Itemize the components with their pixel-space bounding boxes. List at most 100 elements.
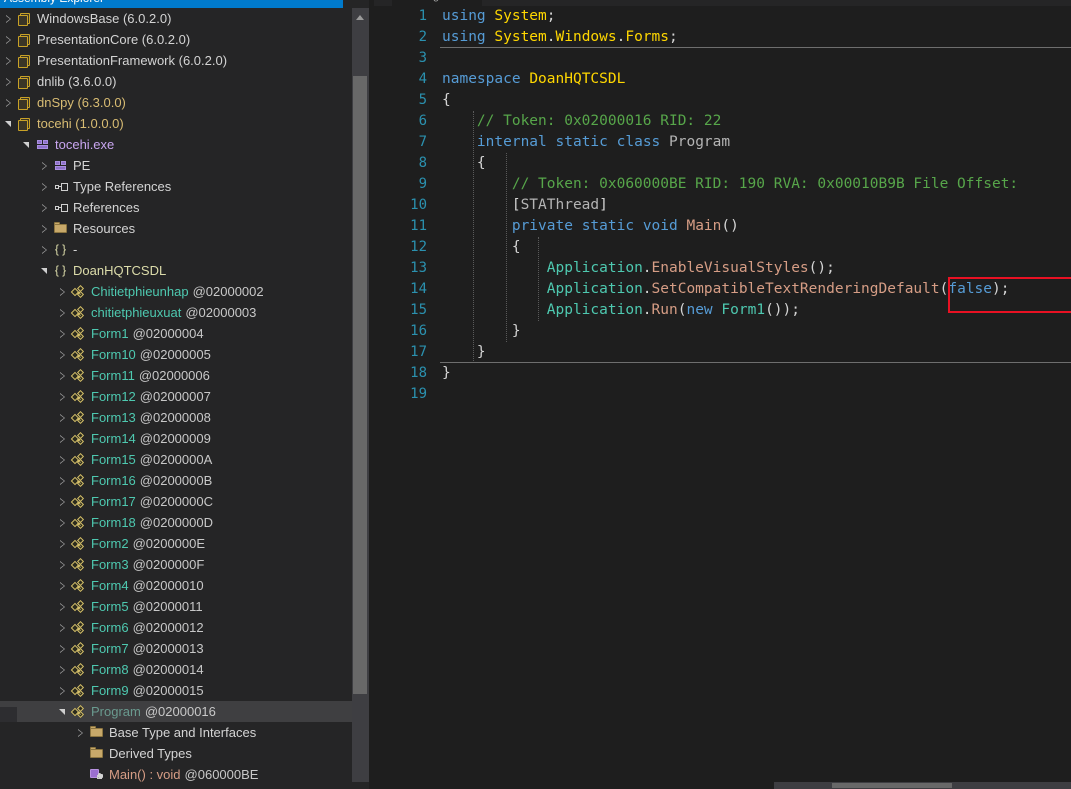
tree-item-references[interactable]: References xyxy=(0,197,352,218)
expander-expanded-icon[interactable] xyxy=(22,134,34,155)
tree-item-form10[interactable]: Form10 @02000005 xyxy=(0,344,352,365)
code-line[interactable]: 8 { xyxy=(374,153,1071,174)
tree-item-windowsbase-6-0-2-0[interactable]: WindowsBase (6.0.2.0) xyxy=(0,8,352,29)
tree-item-chitietphieuxuat[interactable]: chitietphieuxuat @02000003 xyxy=(0,302,352,323)
tree-item-derived-types[interactable]: Derived Types xyxy=(0,743,352,764)
expander-collapsed-icon[interactable] xyxy=(58,575,70,596)
scrollbar-thumb[interactable] xyxy=(353,76,367,694)
tree-item-type-references[interactable]: Type References xyxy=(0,176,352,197)
expander-collapsed-icon[interactable] xyxy=(58,470,70,491)
expander-collapsed-icon[interactable] xyxy=(40,155,52,176)
expander-collapsed-icon[interactable] xyxy=(4,29,16,50)
tree-item-form8[interactable]: Form8 @02000014 xyxy=(0,659,352,680)
tree-item-form6[interactable]: Form6 @02000012 xyxy=(0,617,352,638)
expander-expanded-icon[interactable] xyxy=(4,113,16,134)
expander-collapsed-icon[interactable] xyxy=(58,281,70,302)
scrollbar-thumb[interactable] xyxy=(832,783,952,788)
code-line[interactable]: 1 using System; xyxy=(374,6,1071,27)
tree-item-form15[interactable]: Form15 @0200000A xyxy=(0,449,352,470)
tree-item-dnlib-3-6-0-0[interactable]: dnlib (3.6.0.0) xyxy=(0,71,352,92)
expander-collapsed-icon[interactable] xyxy=(40,218,52,239)
expander-collapsed-icon[interactable] xyxy=(4,8,16,29)
tree-item-form12[interactable]: Form12 @02000007 xyxy=(0,386,352,407)
tree-item-program[interactable]: Program @02000016 xyxy=(0,701,352,722)
assembly-tree[interactable]: WindowsBase (6.0.2.0) PresentationCore (6… xyxy=(0,8,352,789)
code-line[interactable]: 15 Application.Run(new Form1()); xyxy=(374,300,1071,321)
tree-item-base-type-and-interfaces[interactable]: Base Type and Interfaces xyxy=(0,722,352,743)
tree-item-form1[interactable]: Form1 @02000004 xyxy=(0,323,352,344)
tree-item-tocehi-1-0-0-0[interactable]: tocehi (1.0.0.0) xyxy=(0,113,352,134)
code-line[interactable]: 2 using System.Windows.Forms; xyxy=(374,27,1071,48)
code-line[interactable]: 16 } xyxy=(374,321,1071,342)
tree-item-form5[interactable]: Form5 @02000011 xyxy=(0,596,352,617)
expander-collapsed-icon[interactable] xyxy=(58,659,70,680)
expander-collapsed-icon[interactable] xyxy=(58,533,70,554)
code-line[interactable]: 13 Application.EnableVisualStyles(); xyxy=(374,258,1071,279)
expander-collapsed-icon[interactable] xyxy=(58,365,70,386)
code-line[interactable]: 6 // Token: 0x02000016 RID: 22 xyxy=(374,111,1071,132)
decompiled-code-view[interactable]: 1 using System; 2 using System.Windows.Form… xyxy=(374,6,1071,789)
code-line[interactable]: 14 Application.SetCompatibleTextRenderin… xyxy=(374,279,1071,300)
code-line[interactable]: 3 xyxy=(374,48,1071,69)
tree-item-tocehi-exe[interactable]: tocehi.exe xyxy=(0,134,352,155)
expander-collapsed-icon[interactable] xyxy=(58,491,70,512)
expander-collapsed-icon[interactable] xyxy=(58,512,70,533)
tree-item-form7[interactable]: Form7 @02000013 xyxy=(0,638,352,659)
code-line[interactable]: 5{ xyxy=(374,90,1071,111)
code-line[interactable]: 9 // Token: 0x060000BE RID: 190 RVA: 0x0… xyxy=(374,174,1071,195)
expander-collapsed-icon[interactable] xyxy=(58,680,70,701)
editor-horizontal-scrollbar[interactable] xyxy=(774,782,1071,789)
tree-item-form9[interactable]: Form9 @02000015 xyxy=(0,680,352,701)
code-line[interactable]: 19 xyxy=(374,384,1071,405)
class-icon xyxy=(70,554,87,575)
expander-collapsed-icon[interactable] xyxy=(4,71,16,92)
expander-expanded-icon[interactable] xyxy=(58,701,70,722)
tree-item-form16[interactable]: Form16 @0200000B xyxy=(0,470,352,491)
tree-item-form14[interactable]: Form14 @02000009 xyxy=(0,428,352,449)
expander-collapsed-icon[interactable] xyxy=(40,239,52,260)
expander-collapsed-icon[interactable] xyxy=(40,197,52,218)
expander-collapsed-icon[interactable] xyxy=(58,386,70,407)
expander-collapsed-icon[interactable] xyxy=(4,92,16,113)
code-line[interactable]: 18} xyxy=(374,363,1071,384)
expander-collapsed-icon[interactable] xyxy=(58,596,70,617)
tree-item-form11[interactable]: Form11 @02000006 xyxy=(0,365,352,386)
code-line[interactable]: 10 [STAThread] xyxy=(374,195,1071,216)
tree-item-doanhqtcsdl[interactable]: { } DoanHQTCSDL xyxy=(0,260,352,281)
tree-item-form4[interactable]: Form4 @02000010 xyxy=(0,575,352,596)
tree-item-[interactable]: { } - xyxy=(0,239,352,260)
tree-item-presentationframework-6-0-2-0[interactable]: PresentationFramework (6.0.2.0) xyxy=(0,50,352,71)
code-line[interactable]: 4 namespace DoanHQTCSDL xyxy=(374,69,1071,90)
tree-item-form3[interactable]: Form3 @0200000F xyxy=(0,554,352,575)
expander-collapsed-icon[interactable] xyxy=(58,302,70,323)
tree-item-form13[interactable]: Form13 @02000008 xyxy=(0,407,352,428)
expander-collapsed-icon[interactable] xyxy=(58,323,70,344)
expander-collapsed-icon[interactable] xyxy=(58,407,70,428)
tree-item-form18[interactable]: Form18 @0200000D xyxy=(0,512,352,533)
expander-collapsed-icon[interactable] xyxy=(58,344,70,365)
tree-item-dnspy-6-3-0-0[interactable]: dnSpy (6.3.0.0) xyxy=(0,92,352,113)
code-line[interactable]: 17 } xyxy=(374,342,1071,363)
expander-collapsed-icon[interactable] xyxy=(58,449,70,470)
expander-collapsed-icon[interactable] xyxy=(58,638,70,659)
tree-item-form2[interactable]: Form2 @0200000E xyxy=(0,533,352,554)
tree-item-chitietphieunhap[interactable]: Chitietphieunhap @02000002 xyxy=(0,281,352,302)
tree-item-resources[interactable]: Resources xyxy=(0,218,352,239)
tab-assembly-explorer[interactable]: Assembly Explorer xyxy=(0,0,343,8)
expander-collapsed-icon[interactable] xyxy=(40,176,52,197)
tree-item-pe[interactable]: PE xyxy=(0,155,352,176)
tree-item-form17[interactable]: Form17 @0200000C xyxy=(0,491,352,512)
expander-collapsed-icon[interactable] xyxy=(4,50,16,71)
tree-item-presentationcore-6-0-2-0[interactable]: PresentationCore (6.0.2.0) xyxy=(0,29,352,50)
code-line[interactable]: 7 internal static class Program xyxy=(374,132,1071,153)
scroll-up-arrow-icon[interactable] xyxy=(352,8,369,25)
code-line[interactable]: 11 private static void Main() xyxy=(374,216,1071,237)
expander-collapsed-icon[interactable] xyxy=(76,722,88,743)
expander-collapsed-icon[interactable] xyxy=(58,428,70,449)
expander-collapsed-icon[interactable] xyxy=(58,554,70,575)
expander-expanded-icon[interactable] xyxy=(40,260,52,281)
assembly-tree-scrollbar[interactable] xyxy=(352,8,369,789)
code-line[interactable]: 12 { xyxy=(374,237,1071,258)
expander-collapsed-icon[interactable] xyxy=(58,617,70,638)
